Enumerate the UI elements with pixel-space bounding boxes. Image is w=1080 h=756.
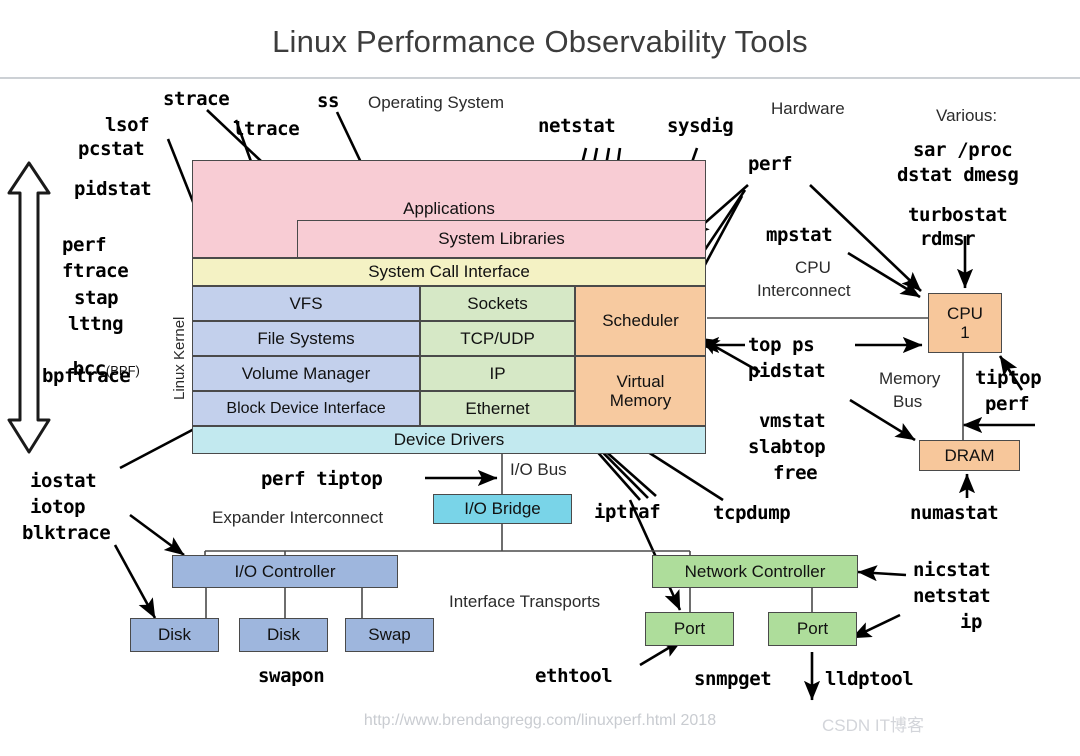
kernel-scope-double-arrow bbox=[7, 161, 51, 454]
kernel-scope-arrow-layer bbox=[7, 161, 51, 454]
footer-watermark: CSDN IT博客 bbox=[822, 716, 924, 735]
diagram-canvas: Linux Performance Observability Tools Ap… bbox=[0, 0, 1080, 756]
